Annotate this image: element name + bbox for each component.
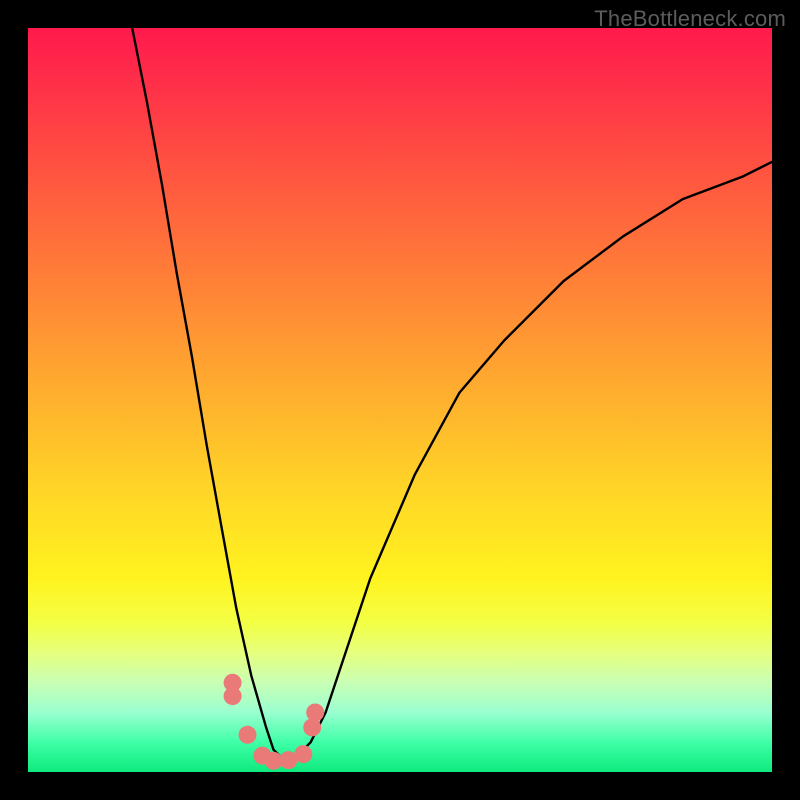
chart-frame: TheBottleneck.com [0,0,800,800]
chart-svg [28,28,772,772]
plot-area [28,28,772,772]
marker-dots [224,674,325,770]
curve-line [132,28,772,757]
